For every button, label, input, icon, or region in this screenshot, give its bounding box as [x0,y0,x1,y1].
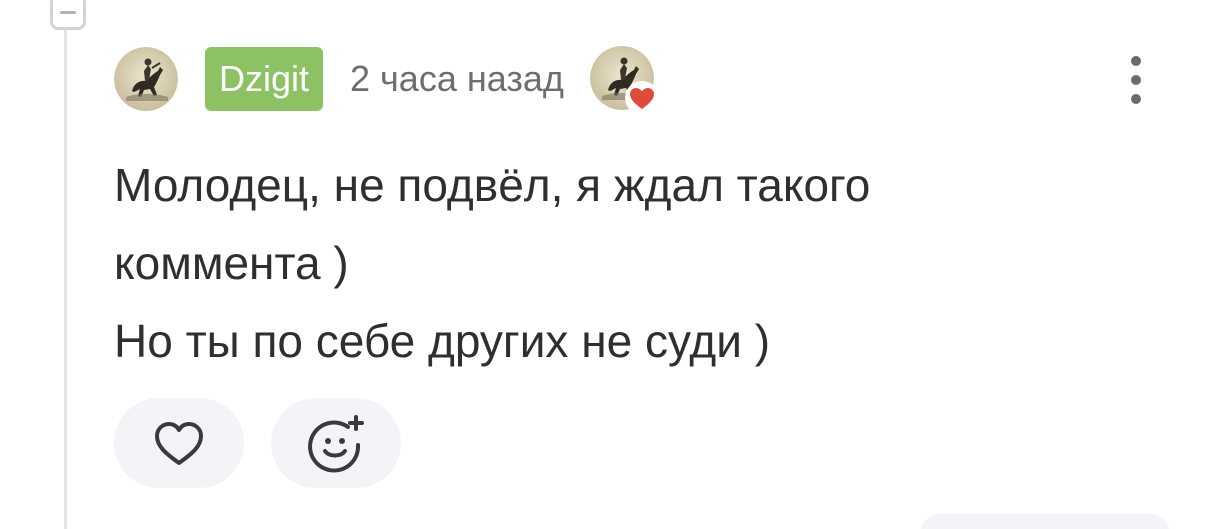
comment-actions [114,398,401,488]
comment-header: Dzigit 2 часа назад [114,46,659,115]
minus-icon [60,10,76,14]
heart-icon [624,81,659,115]
heart-outline-icon [155,422,203,465]
comment-text-line: Но ты по себе других не суди ) [114,315,771,367]
add-reaction-button[interactable] [271,398,401,488]
comment-text: Молодец, не подвёл, я ждал такого коммен… [114,146,1094,380]
more-vertical-icon [1131,56,1141,66]
emoji-add-icon [308,415,364,473]
more-options-button[interactable] [1118,52,1154,108]
partial-button[interactable] [920,514,1170,529]
comment-timestamp[interactable]: 2 часа назад [350,47,564,111]
comment-text-line: коммента ) [114,237,349,289]
like-button[interactable] [114,398,244,488]
author-username-badge[interactable]: Dzigit [205,47,324,111]
thread-line[interactable] [64,30,67,529]
author-avatar[interactable] [114,47,178,111]
comment-text-line: Молодец, не подвёл, я ждал такого [114,159,871,211]
collapse-thread-button[interactable] [50,0,86,30]
comment-page: Dzigit 2 часа назад Молодец, не подвёл, … [0,0,1224,529]
author-reaction[interactable] [589,46,659,115]
horseman-avatar-image [114,47,178,111]
